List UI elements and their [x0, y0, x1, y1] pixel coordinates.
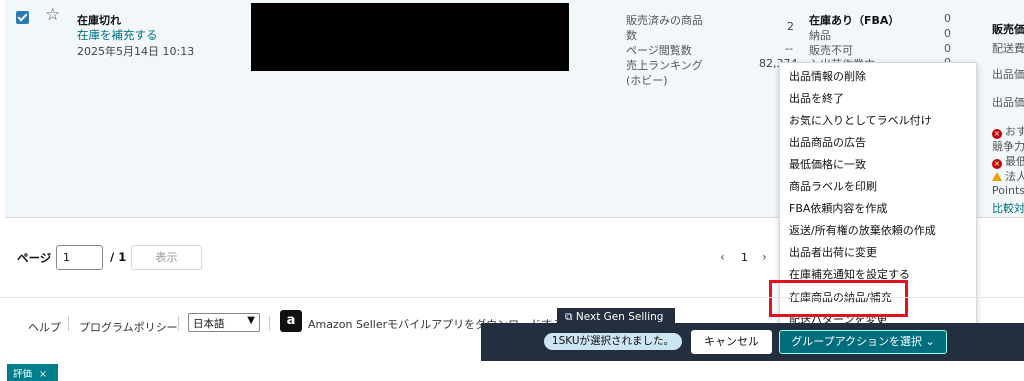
listing-date: 2025年5月14日 10:13: [77, 45, 195, 58]
divider: [178, 316, 179, 331]
metric-label: ページ閲覧数: [626, 44, 692, 57]
menu-item[interactable]: 返送/所有権の放棄依頼の作成: [789, 222, 936, 238]
selection-count-badge: 1SKUが選択されました。: [544, 333, 682, 350]
restock-link[interactable]: 在庫を補充する: [77, 27, 158, 43]
feedback-tag[interactable]: 評価 ×: [7, 364, 58, 381]
close-icon[interactable]: ×: [39, 369, 47, 380]
show-button[interactable]: 表示: [131, 245, 202, 270]
price-label: 出品価: [992, 96, 1024, 109]
redacted-product-info: [251, 3, 569, 71]
program-policy-link[interactable]: プログラムポリシー: [79, 319, 178, 335]
amazon-app-icon[interactable]: a: [280, 310, 302, 332]
metric-label: 売上ランキング: [626, 59, 703, 72]
pager-label: ページ: [17, 251, 52, 265]
price-label: 出品価: [992, 68, 1024, 81]
external-link-icon: ⧉: [565, 311, 573, 323]
metric-label: 販売済みの商品: [626, 14, 703, 27]
favorite-star-icon[interactable]: ☆: [45, 7, 60, 24]
menu-item[interactable]: 出品者出荷に変更: [789, 244, 877, 260]
listing-status: 在庫切れ: [77, 14, 121, 27]
points-label: Points: [992, 184, 1024, 197]
warning-icon: [992, 172, 1002, 181]
competitive-label: 競争力: [992, 140, 1024, 153]
alert-item: 法人: [992, 168, 1024, 184]
page-total: / 1: [110, 250, 127, 264]
inventory-value: 0: [944, 42, 951, 55]
next-page-icon[interactable]: ›: [762, 250, 767, 264]
next-gen-selling-button[interactable]: ⧉ Next Gen Selling: [557, 308, 675, 328]
inventory-value: 0: [944, 12, 951, 25]
menu-item[interactable]: 商品ラベルを印刷: [789, 178, 877, 194]
compare-link[interactable]: 比較対: [992, 200, 1024, 216]
group-action-button[interactable]: グループアクションを選択 ⌄: [779, 330, 947, 354]
alert-item: × おす: [992, 125, 1024, 139]
language-select[interactable]: 日本語 ▼: [188, 313, 260, 332]
inventory-label: 在庫あり（FBA）: [809, 14, 900, 27]
metric-value: 2: [787, 20, 794, 33]
chevron-down-icon: ⌄: [925, 335, 935, 348]
menu-item[interactable]: FBA依頼内容を作成: [789, 200, 887, 216]
page-number[interactable]: 1: [741, 251, 748, 264]
inventory-value: 0: [944, 27, 951, 40]
menu-item[interactable]: 最低価格に一致: [789, 156, 866, 172]
inventory-label: 納品: [809, 29, 831, 42]
cancel-button[interactable]: キャンセル: [691, 330, 772, 354]
alert-item: × 最低: [992, 155, 1024, 169]
menu-item[interactable]: 出品商品の広告: [789, 134, 866, 150]
metric-label: (ホビー): [626, 74, 668, 87]
page-input[interactable]: 1: [56, 245, 103, 270]
divider: [68, 316, 69, 331]
menu-item[interactable]: 出品情報の削除: [789, 68, 866, 84]
menu-item[interactable]: お気に入りとしてラベル付け: [789, 112, 932, 128]
row-checkbox[interactable]: [16, 11, 29, 24]
metric-value: --: [785, 42, 793, 55]
help-link[interactable]: ヘルプ: [28, 319, 61, 335]
sales-price-label: 販売価: [992, 23, 1024, 36]
menu-item[interactable]: 出品を終了: [789, 90, 844, 106]
divider: [269, 316, 270, 331]
prev-page-icon[interactable]: ‹: [720, 250, 725, 264]
metric-label: 数: [626, 29, 637, 42]
chevron-down-icon: ▼: [247, 315, 255, 326]
shipping-label: 配送費: [992, 42, 1024, 55]
